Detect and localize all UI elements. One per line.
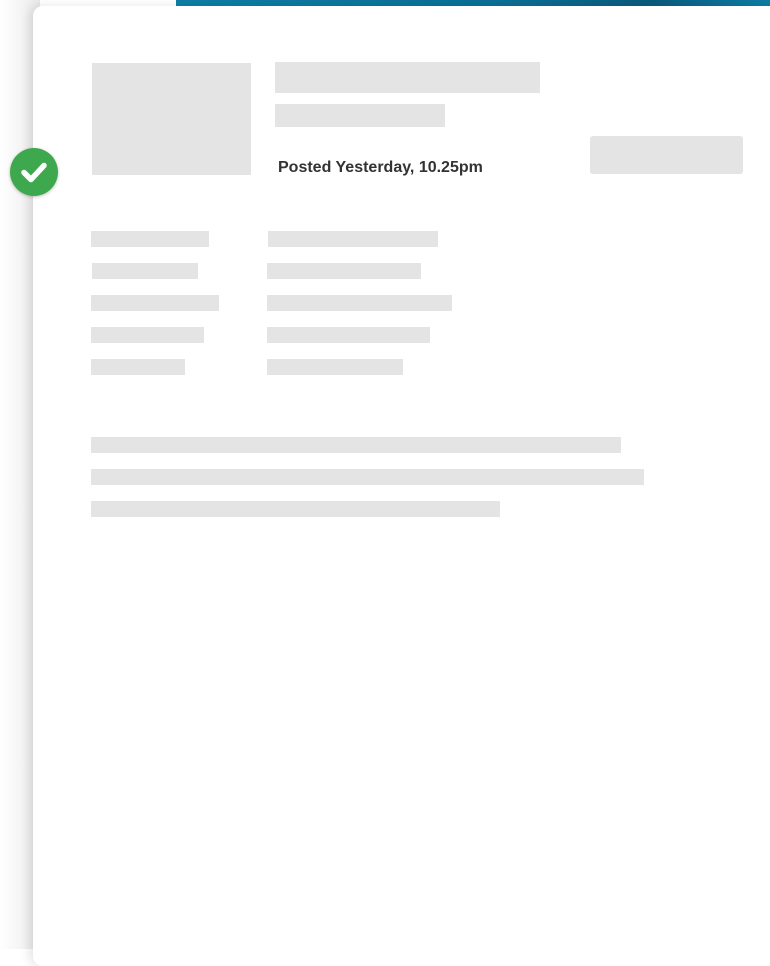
detail-value-placeholder bbox=[267, 327, 430, 343]
detail-label-placeholder bbox=[91, 327, 204, 343]
detail-value-placeholder bbox=[267, 263, 421, 279]
description-line-placeholder bbox=[91, 501, 500, 517]
title-placeholder bbox=[275, 62, 540, 93]
job-post-card[interactable]: Posted Yesterday, 10.25pm bbox=[33, 6, 770, 966]
description-line-placeholder bbox=[91, 437, 621, 453]
detail-label-placeholder bbox=[92, 263, 198, 279]
detail-label-placeholder bbox=[91, 295, 219, 311]
detail-label-placeholder bbox=[91, 231, 209, 247]
status-badge bbox=[10, 148, 58, 196]
thumbnail-placeholder bbox=[92, 63, 251, 175]
detail-value-placeholder bbox=[268, 231, 438, 247]
description-line-placeholder bbox=[91, 469, 644, 485]
posted-timestamp: Posted Yesterday, 10.25pm bbox=[278, 159, 483, 176]
subtitle-placeholder bbox=[275, 104, 445, 127]
action-button-placeholder[interactable] bbox=[590, 136, 743, 174]
detail-value-placeholder bbox=[267, 295, 452, 311]
detail-value-placeholder bbox=[267, 359, 403, 375]
check-icon bbox=[21, 162, 47, 183]
detail-label-placeholder bbox=[91, 359, 185, 375]
